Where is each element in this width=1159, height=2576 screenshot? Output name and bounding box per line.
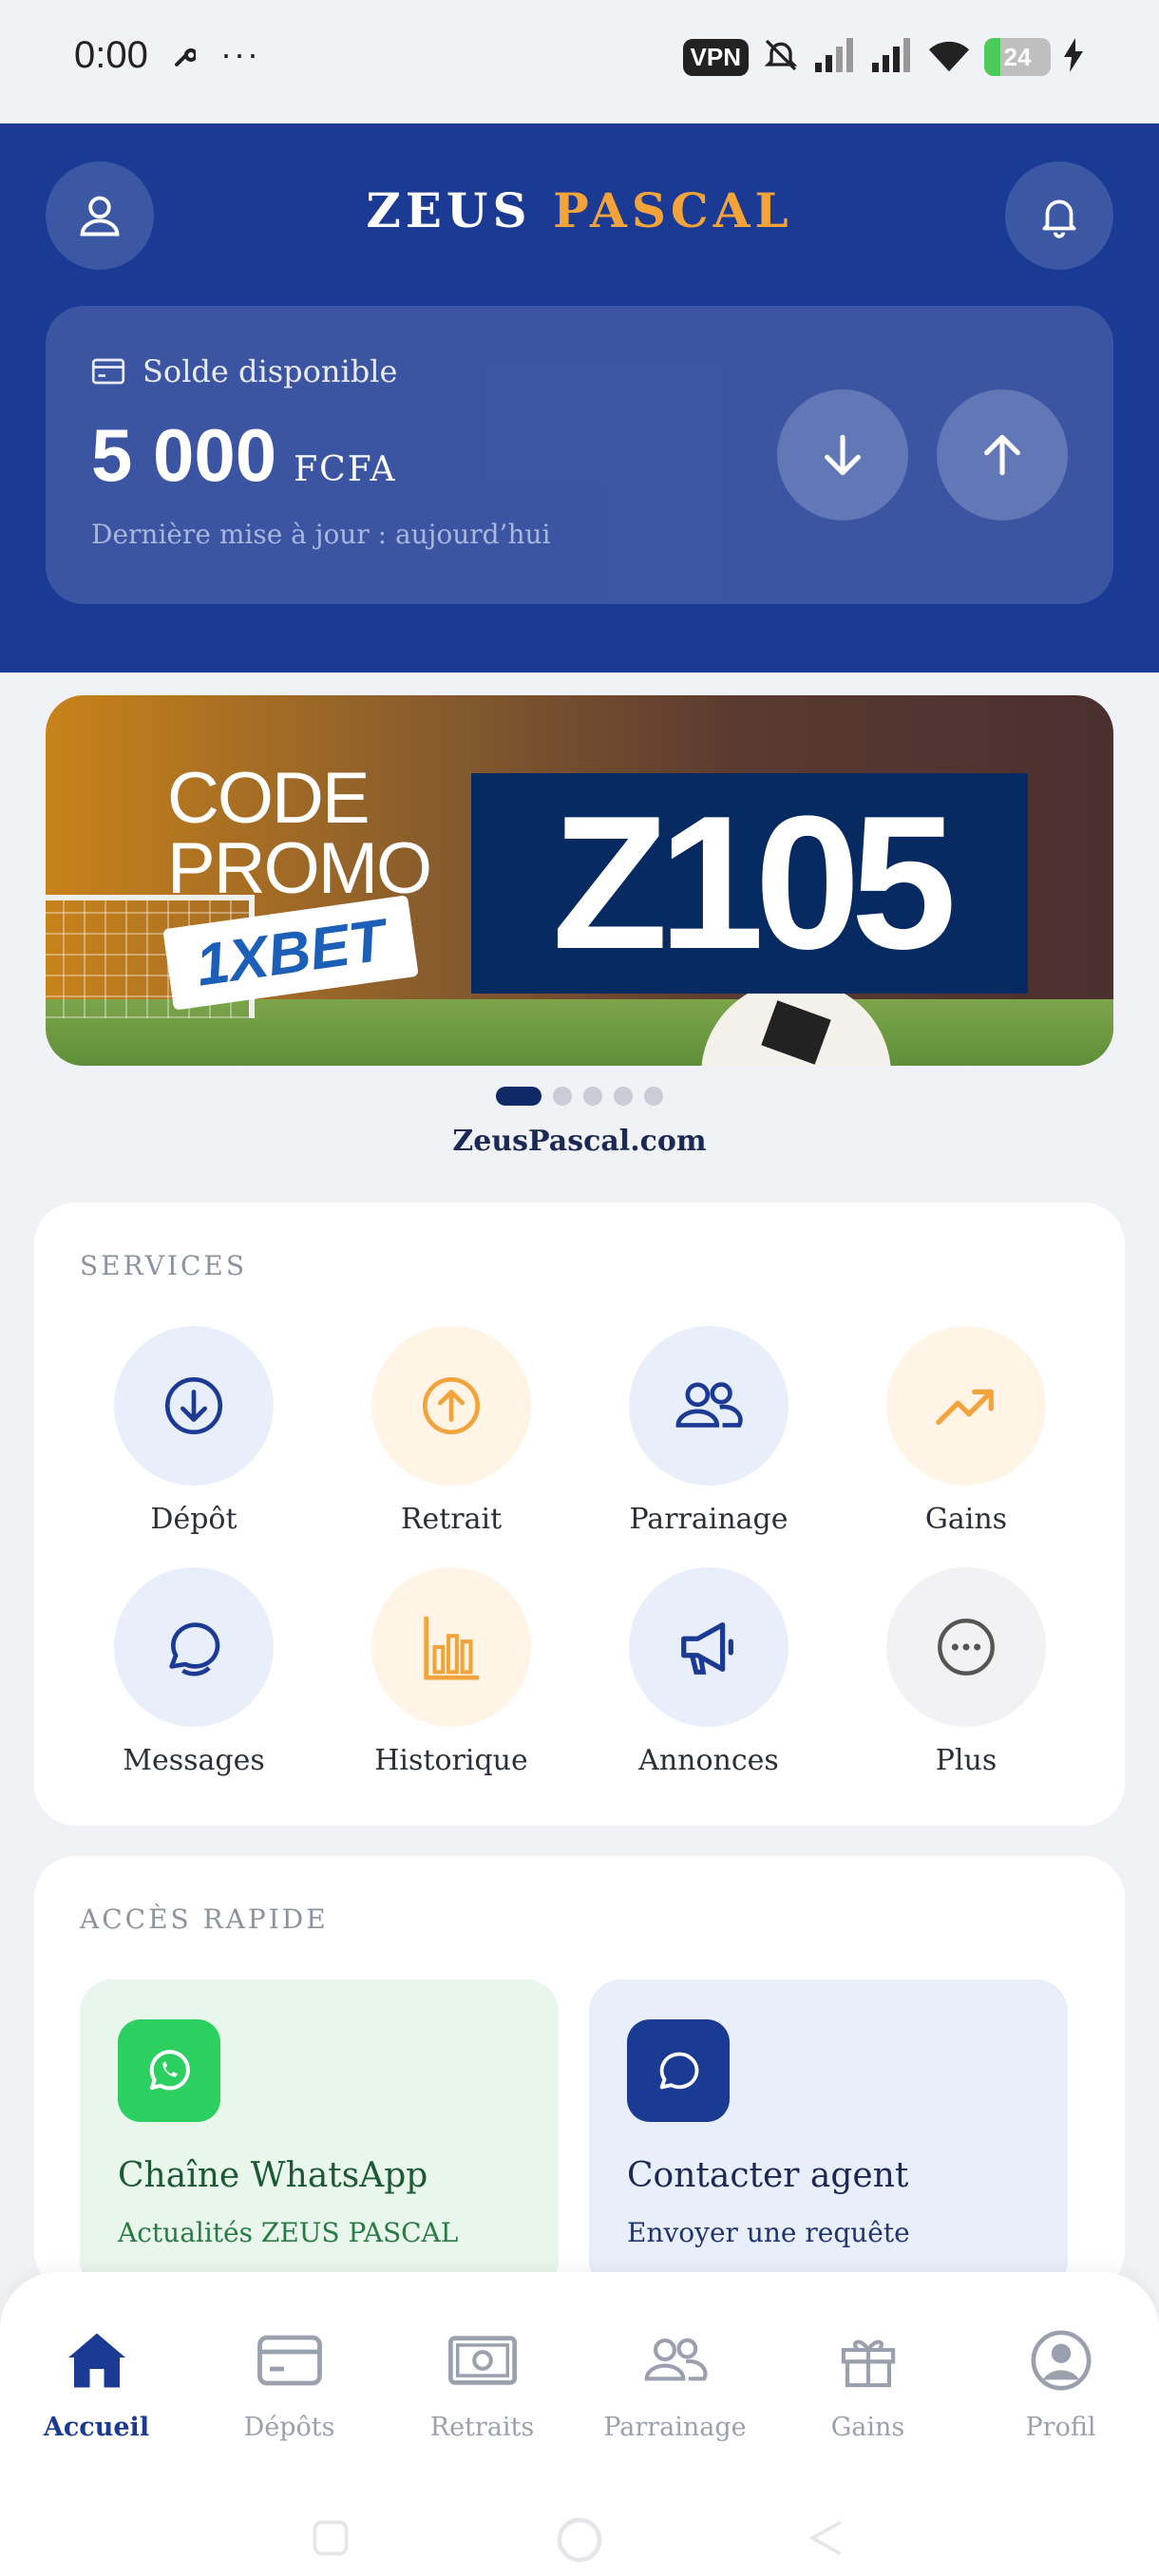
bell-off-icon [762,36,800,78]
nav-gains[interactable]: Gains [771,2321,964,2442]
service-messages[interactable]: Messages [89,1567,298,1777]
whatsapp-channel-button[interactable]: Chaîne WhatsApp Actualités ZEUS PASCAL [80,1979,559,2293]
nav-profil[interactable]: Profil [964,2321,1157,2442]
nav-retraits[interactable]: Retraits [386,2321,579,2442]
balance-card: Solde disponible 5 000 FCFA Dernière mis… [46,306,1113,604]
contact-agent-title: Contacter agent [627,2156,909,2195]
bottom-navigation: Accueil Dépôts Retraits Parrainage Gains… [0,2272,1159,2576]
recents-button[interactable] [310,2517,352,2559]
service-gains[interactable]: Gains [862,1326,1071,1536]
service-parrainage[interactable]: Parrainage [604,1326,813,1536]
carousel-dot[interactable] [496,1087,542,1106]
battery-icon: 24 [984,38,1051,76]
service-plus[interactable]: Plus [862,1567,1071,1777]
promo-banner[interactable]: CODE PROMO 1XBET Z105 [46,695,1113,1066]
card-icon [256,2335,322,2386]
banner-heading: CODE PROMO [167,758,432,909]
balance-label: Solde disponible [142,353,398,389]
more-icon: ··· [220,34,260,73]
balance-value: 5 000 [91,413,277,497]
balance-currency: FCFA [294,450,397,489]
contact-agent-button[interactable]: Contacter agent Envoyer une requête [589,1979,1068,2293]
carousel-dot[interactable] [583,1087,602,1106]
quick-deposit-button[interactable] [777,389,908,521]
quick-withdraw-button[interactable] [937,389,1068,521]
balance-amount: 5 000 FCFA [91,412,397,499]
megaphone-icon [681,1622,733,1675]
app-header: ZEUS PASCAL Solde disponible 5 000 FCFA … [0,123,1159,672]
promo-code: Z105 [471,773,1028,994]
vpn-badge: VPN [682,38,749,76]
users-icon [675,1382,743,1428]
bar-chart-icon [424,1616,480,1680]
balance-label-row: Solde disponible [91,353,397,389]
service-depot[interactable]: Dépôt [89,1326,298,1536]
service-retrait[interactable]: Retrait [347,1326,556,1536]
chat-icon [169,1622,220,1676]
user-circle-icon [1031,2330,1091,2391]
wifi-icon [927,36,971,78]
users-icon [644,2338,708,2381]
home-button[interactable] [553,2513,606,2567]
charging-icon [1064,38,1083,76]
wrench-icon [173,46,198,72]
service-annonces[interactable]: Annonces [604,1567,813,1777]
chat-bubble-icon [627,2019,730,2122]
wallet-card-icon [91,358,125,385]
nav-depots[interactable]: Dépôts [193,2321,386,2442]
notifications-button[interactable] [1005,161,1113,270]
bell-icon [1042,199,1076,238]
carousel-indicator[interactable] [0,1087,1159,1106]
service-historique[interactable]: Historique [347,1567,556,1777]
status-bar: 0:00 ··· VPN 24 [0,0,1159,123]
carousel-dot[interactable] [644,1087,663,1106]
home-icon [67,2333,125,2388]
back-button[interactable] [806,2517,847,2559]
arrow-up-icon [984,434,1020,476]
quick-access-title: ACCÈS RAPIDE [80,1904,329,1935]
banknote-icon [447,2336,517,2385]
status-time: 0:00 [74,34,148,76]
arrow-down-icon [825,434,861,476]
system-navigation-bar [0,2506,1159,2572]
services-title: SERVICES [80,1250,248,1281]
whatsapp-subtitle: Actualités ZEUS PASCAL [118,2217,459,2248]
brand-logo: ZEUS PASCAL [366,182,793,238]
carousel-dot[interactable] [614,1087,633,1106]
contact-agent-subtitle: Envoyer une requête [627,2217,910,2248]
gift-icon [841,2339,895,2388]
signal-icon [870,36,914,78]
signal-icon [813,36,857,78]
arrow-down-circle-icon [164,1376,223,1435]
more-circle-icon [938,1619,995,1676]
carousel-dot[interactable] [553,1087,572,1106]
arrow-up-circle-icon [422,1376,481,1435]
balance-updated: Dernière mise à jour : aujourd’hui [91,519,551,550]
site-link[interactable]: ZeusPascal.com [0,1125,1159,1158]
services-card: SERVICES Dépôt Retrait Parrainage Gains … [34,1203,1125,1826]
quick-access-card: ACCÈS RAPIDE Chaîne WhatsApp Actualités … [34,1856,1125,2293]
nav-parrainage[interactable]: Parrainage [579,2321,771,2442]
nav-accueil[interactable]: Accueil [0,2321,193,2442]
whatsapp-title: Chaîne WhatsApp [118,2156,428,2195]
trending-up-icon [936,1389,994,1426]
whatsapp-icon [118,2019,220,2122]
